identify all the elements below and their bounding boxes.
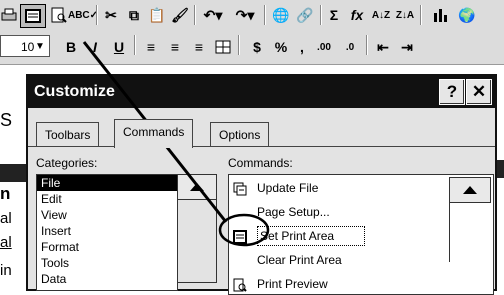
tab-commands[interactable]: Commands xyxy=(114,119,194,148)
highlight-circle xyxy=(218,213,270,247)
annotation-overlay xyxy=(82,41,270,247)
